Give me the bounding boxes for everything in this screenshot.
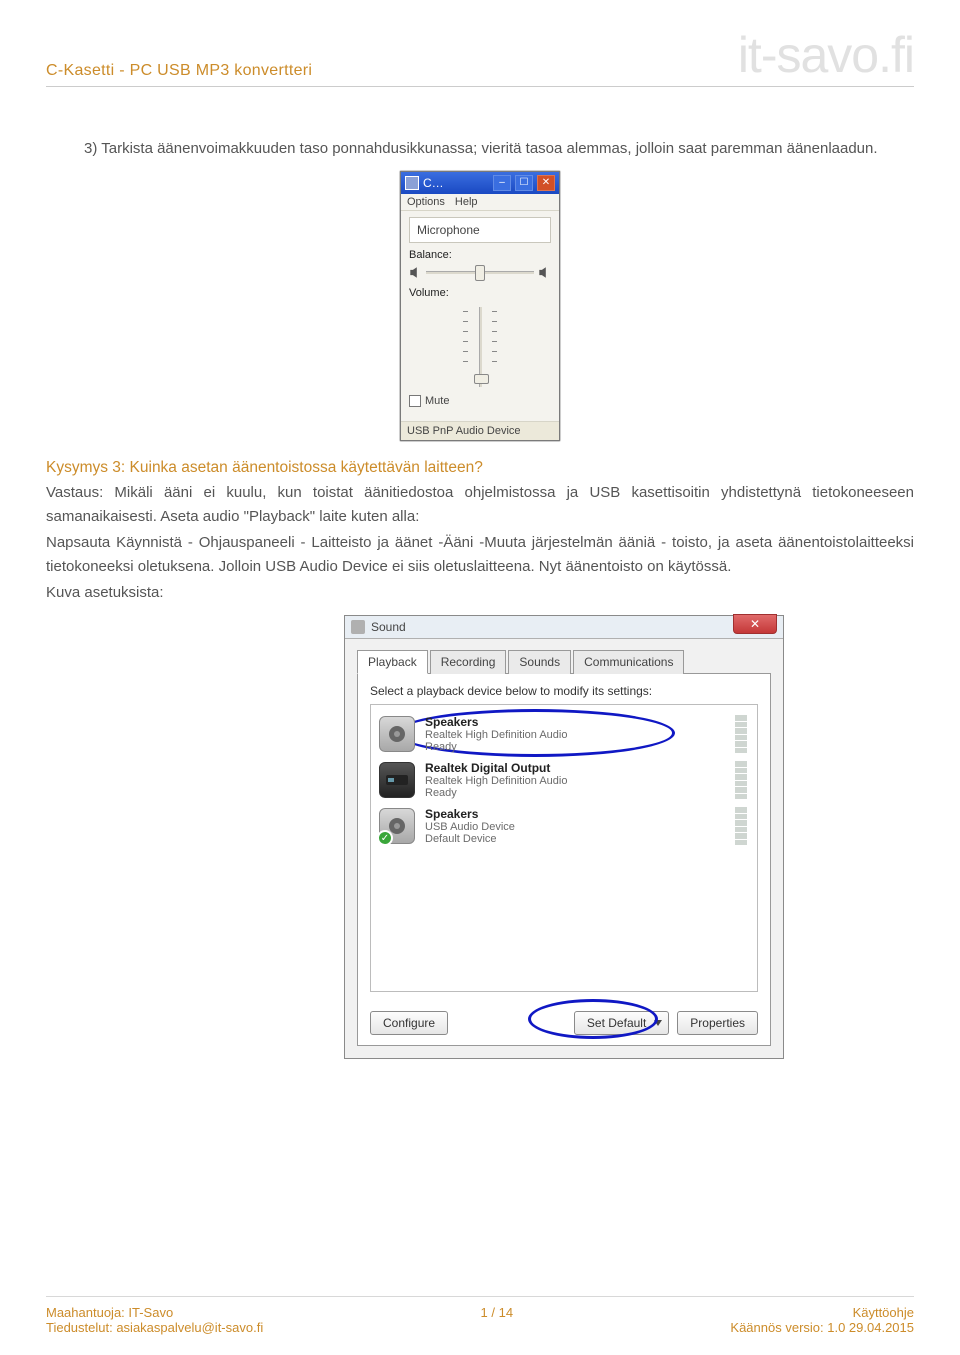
level-meter-icon <box>735 715 747 753</box>
set-default-button[interactable]: Set Default <box>574 1011 669 1035</box>
answer-3a: Vastaus: Mikäli ääni ei kuulu, kun toist… <box>46 481 914 529</box>
device-state: Ready <box>425 787 567 799</box>
speaker-right-icon <box>538 266 551 279</box>
mixer-title: C… <box>423 176 489 190</box>
menu-options[interactable]: Options <box>407 196 445 208</box>
level-meter-icon <box>735 761 747 799</box>
tab-playback[interactable]: Playback <box>357 650 428 674</box>
page-header: C-Kasetti - PC USB MP3 konvertteri it-sa… <box>46 30 914 87</box>
question-3: Kysymys 3: Kuinka asetan äänentoistossa … <box>46 459 914 477</box>
balance-slider[interactable] <box>426 263 534 281</box>
device-state: Ready <box>425 741 567 753</box>
device-row-1[interactable]: Speakers Realtek High Definition Audio R… <box>377 711 751 757</box>
footer-contact: Tiedustelut: asiakaspalvelu@it-savo.fi <box>46 1320 263 1335</box>
device-sub: Realtek High Definition Audio <box>425 729 567 741</box>
mixer-channel-name: Microphone <box>409 217 551 243</box>
device-state: Default Device <box>425 833 515 845</box>
sound-panel: Select a playback device below to modify… <box>357 674 771 1046</box>
balance-label: Balance: <box>409 249 551 261</box>
sound-button-row: Configure Set Default Properties <box>370 1011 758 1035</box>
sound-titlebar[interactable]: Sound <box>345 616 783 639</box>
sound-title: Sound <box>371 620 406 634</box>
speaker-icon <box>379 716 415 752</box>
minimize-button[interactable]: – <box>493 175 511 191</box>
tab-recording[interactable]: Recording <box>430 650 507 674</box>
level-meter-icon <box>735 807 747 845</box>
header-left-title: C-Kasetti - PC USB MP3 konvertteri <box>46 62 312 80</box>
mixer-titlebar[interactable]: C… – ☐ ✕ <box>401 172 559 194</box>
digital-output-icon <box>379 762 415 798</box>
sound-dialog: Sound ✕ Playback Recording Sounds Commun… <box>344 615 784 1059</box>
sound-close-button[interactable]: ✕ <box>733 614 777 634</box>
properties-button[interactable]: Properties <box>677 1011 758 1035</box>
footer-version: Käännös versio: 1.0 29.04.2015 <box>730 1320 914 1335</box>
footer-importer: Maahantuoja: IT-Savo <box>46 1305 263 1320</box>
menu-help[interactable]: Help <box>455 196 478 208</box>
device-sub: USB Audio Device <box>425 821 515 833</box>
sound-hint: Select a playback device below to modify… <box>370 684 758 698</box>
sound-app-icon <box>351 620 365 634</box>
default-check-icon: ✓ <box>377 830 393 846</box>
volume-slider[interactable] <box>409 301 551 391</box>
tab-sounds[interactable]: Sounds <box>508 650 571 674</box>
speaker-left-icon <box>409 266 422 279</box>
header-brand: it-savo.fi <box>738 30 914 80</box>
device-name: Realtek Digital Output <box>425 761 567 775</box>
mixer-app-icon <box>405 176 419 190</box>
footer-doc-type: Käyttöohje <box>730 1305 914 1320</box>
page-footer: Maahantuoja: IT-Savo Tiedustelut: asiaka… <box>46 1296 914 1335</box>
configure-button[interactable]: Configure <box>370 1011 448 1035</box>
device-list: Speakers Realtek High Definition Audio R… <box>370 704 758 992</box>
volume-label: Volume: <box>409 287 551 299</box>
answer-3c: Kuva asetuksista: <box>46 581 914 605</box>
mixer-menubar: Options Help <box>401 194 559 211</box>
mute-checkbox[interactable] <box>409 395 421 407</box>
mixer-device-name: USB PnP Audio Device <box>401 421 559 440</box>
device-row-2[interactable]: Realtek Digital Output Realtek High Defi… <box>377 757 751 803</box>
mixer-window: C… – ☐ ✕ Options Help Microphone Balance… <box>400 171 560 441</box>
device-name: Speakers <box>425 807 515 821</box>
close-button[interactable]: ✕ <box>537 175 555 191</box>
answer-3b: Napsauta Käynnistä - Ohjauspaneeli - Lai… <box>46 531 914 579</box>
tab-communications[interactable]: Communications <box>573 650 684 674</box>
paragraph-step3: 3) Tarkista äänenvoimakkuuden taso ponna… <box>46 137 914 161</box>
mute-label: Mute <box>425 395 449 407</box>
speaker-icon: ✓ <box>379 808 415 844</box>
maximize-button[interactable]: ☐ <box>515 175 533 191</box>
device-sub: Realtek High Definition Audio <box>425 775 567 787</box>
device-row-3[interactable]: ✓ Speakers USB Audio Device Default Devi… <box>377 803 751 849</box>
page-number: 1 / 14 <box>481 1305 514 1335</box>
device-name: Speakers <box>425 715 567 729</box>
sound-tabs: Playback Recording Sounds Communications <box>357 649 771 674</box>
